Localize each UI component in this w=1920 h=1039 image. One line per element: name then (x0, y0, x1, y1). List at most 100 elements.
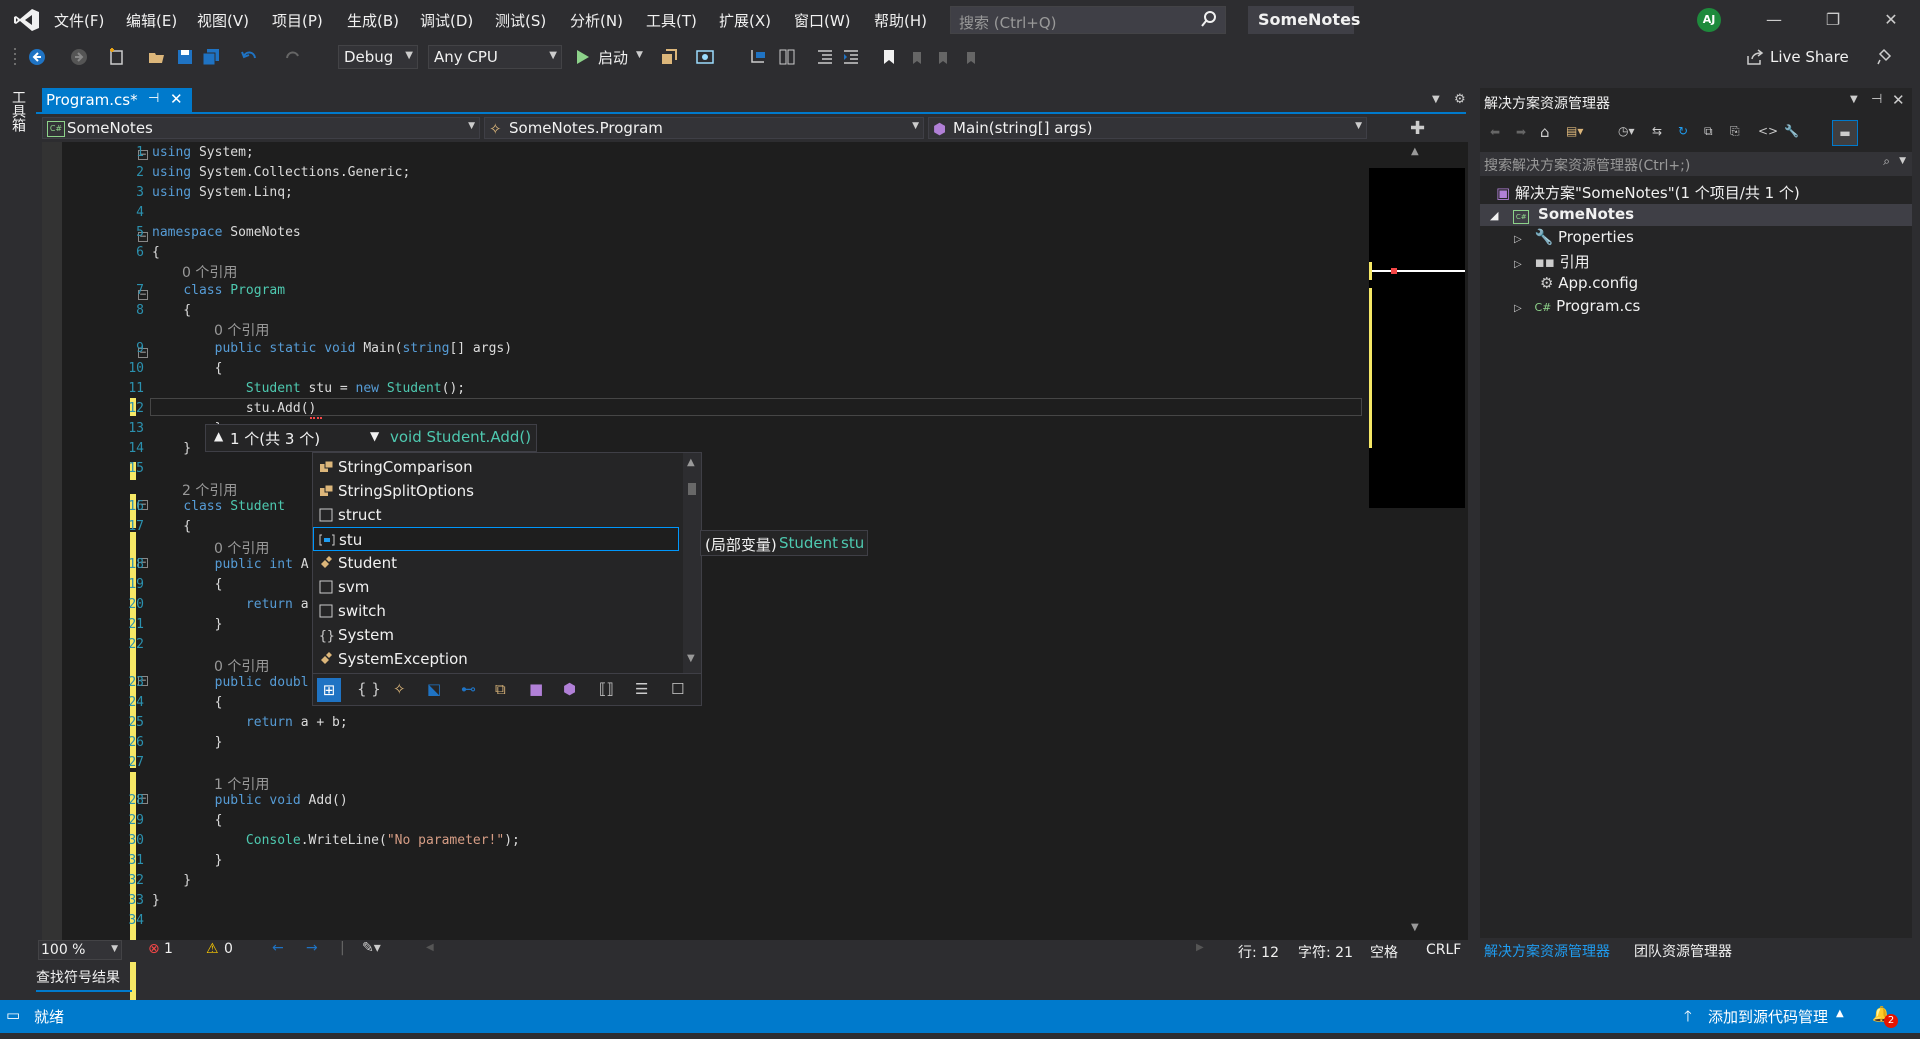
panel-options-icon[interactable]: ▼ (1850, 94, 1858, 105)
scroll-down-icon[interactable]: ▼ (1411, 922, 1419, 933)
completion-item[interactable]: StringComparison (313, 455, 679, 479)
scroll-up-icon[interactable]: ▲ (687, 457, 695, 468)
scroll-up-icon[interactable]: ▲ (1411, 146, 1419, 157)
close-tab-icon[interactable]: ✕ (170, 90, 183, 108)
interface-filter-icon[interactable]: ⊷ (461, 680, 476, 698)
step-into-icon[interactable] (750, 48, 768, 66)
zoom-dropdown[interactable]: 100 % ▼ (38, 940, 122, 960)
error-count[interactable]: 1 (164, 941, 173, 957)
restore-button[interactable]: ❐ (1821, 8, 1845, 32)
completion-item[interactable]: stu (313, 527, 679, 551)
prev-issue-icon[interactable]: ← (272, 940, 284, 956)
close-window-button[interactable]: ✕ (1879, 8, 1903, 32)
forward-icon[interactable]: ➡ (1516, 125, 1526, 139)
expanded-arrow-icon[interactable]: ◢ (1490, 209, 1498, 222)
menu-item[interactable]: 分析(N) (570, 10, 623, 31)
collapsed-arrow-icon[interactable]: ▷ (1514, 303, 1522, 314)
switch-views-icon[interactable]: ▤▾ (1566, 124, 1583, 138)
menu-item[interactable]: 测试(S) (495, 10, 546, 31)
completion-item[interactable]: Student (313, 551, 679, 575)
tree-solution-node[interactable]: ▣ 解决方案"SomeNotes"(1 个项目/共 1 个) (1496, 182, 1800, 203)
live-share-button[interactable]: Live Share (1770, 48, 1849, 66)
tree-item-references[interactable]: ▷ ▪▪ 引用 (1514, 251, 1590, 272)
toolbox-tab[interactable]: 工具箱 (10, 90, 28, 132)
scroll-down-icon[interactable]: ▼ (687, 653, 695, 664)
menu-item[interactable]: 视图(V) (197, 10, 249, 31)
class-dropdown[interactable]: ✧ SomeNotes.Program ▼ (484, 117, 924, 139)
open-file-icon[interactable] (148, 48, 166, 66)
add-to-source-control-button[interactable]: 添加到源代码管理 (1708, 1006, 1828, 1027)
completion-item[interactable]: switch (313, 599, 679, 623)
codelens-references[interactable]: 1 个引用 (214, 774, 269, 794)
tab-team-explorer[interactable]: 团队资源管理器 (1634, 941, 1732, 961)
menu-item[interactable]: 帮助(H) (874, 10, 927, 31)
tab-overflow-icon[interactable]: ▼ (1432, 94, 1440, 105)
vertical-scrollbar-map[interactable]: ▲ ▼ (1367, 142, 1468, 940)
undo-icon[interactable] (240, 48, 258, 66)
tab-program-cs[interactable]: Program.cs* ⊣ ✕ (42, 88, 192, 112)
member-dropdown[interactable]: ⬢ Main(string[] args) ▼ (928, 117, 1367, 139)
collapsed-arrow-icon[interactable]: ▷ (1514, 259, 1522, 270)
codelens-references[interactable]: 0 个引用 (214, 538, 269, 558)
codelens-references[interactable]: 0 个引用 (182, 262, 237, 282)
next-bookmark-icon[interactable] (934, 48, 952, 66)
completion-item[interactable]: struct (313, 503, 679, 527)
avatar[interactable]: AJ (1697, 8, 1721, 32)
pending-changes-icon[interactable]: ◷▾ (1618, 124, 1635, 138)
completion-item[interactable]: SystemException (313, 647, 679, 671)
minimize-button[interactable]: — (1762, 8, 1786, 32)
tree-project-node[interactable]: ◢ C# SomeNotes (1490, 205, 1634, 224)
menu-item[interactable]: 项目(P) (272, 10, 323, 31)
chevron-up-icon[interactable]: ▲ (1836, 1008, 1844, 1019)
bookmark-icon[interactable] (880, 48, 898, 66)
struct-filter-icon[interactable]: ⬕ (427, 680, 441, 698)
next-overload-icon[interactable]: ▼ (370, 429, 379, 443)
menu-item[interactable]: 编辑(E) (126, 10, 177, 31)
tree-item-program-cs[interactable]: ▷ C# Program.cs (1514, 297, 1640, 315)
menu-item[interactable]: 调试(D) (420, 10, 473, 31)
scroll-left-icon[interactable]: ◀ (426, 942, 434, 953)
warning-count[interactable]: 0 (224, 941, 233, 957)
collapsed-arrow-icon[interactable]: ▷ (1514, 234, 1522, 245)
method-filter-icon[interactable]: ⬢ (563, 680, 576, 698)
completion-item[interactable]: svm (313, 575, 679, 599)
search-box[interactable]: 搜索 (Ctrl+Q) (950, 6, 1226, 34)
scroll-thumb[interactable] (688, 483, 696, 495)
navigate-back-icon[interactable] (28, 48, 46, 66)
show-all-files-icon[interactable]: ⎘ (1730, 124, 1740, 139)
keyword-filter-icon[interactable]: ☰ (635, 680, 648, 698)
home-icon[interactable]: ⌂ (1540, 123, 1550, 141)
codelens-references[interactable]: 2 个引用 (182, 480, 237, 500)
whitespace-indicator[interactable]: 空格 (1370, 942, 1398, 962)
back-icon[interactable]: ⬅ (1490, 125, 1500, 139)
collapse-all-icon[interactable]: ⧉ (1704, 124, 1713, 139)
save-icon[interactable] (176, 48, 194, 66)
scroll-right-icon[interactable]: ▶ (1196, 942, 1204, 953)
tree-item-app-config[interactable]: ⚙ App.config (1540, 274, 1638, 292)
find-symbol-results-tab[interactable]: 查找符号结果 (36, 967, 132, 989)
view-code-icon[interactable]: <> (1758, 124, 1778, 138)
namespace-filter-icon[interactable]: { } (357, 680, 381, 698)
completion-scrollbar[interactable]: ▲ ▼ (683, 453, 701, 673)
completion-item[interactable]: StringSplitOptions (313, 479, 679, 503)
intellisense-completion-list[interactable]: StringComparison StringSplitOptions struct… (312, 452, 702, 706)
split-window-icon[interactable]: ✚ (1410, 118, 1425, 139)
codelens-references[interactable]: 0 个引用 (214, 320, 269, 340)
project-dropdown[interactable]: C# SomeNotes ▼ (42, 117, 480, 139)
expand-filter-icon[interactable]: ⊞ (317, 678, 341, 702)
close-panel-icon[interactable]: ✕ (1892, 91, 1905, 109)
sync-icon[interactable]: ⇆ (1652, 124, 1662, 138)
enum-filter-icon[interactable]: ⧉ (495, 680, 506, 698)
minimap-preview[interactable] (1369, 168, 1465, 508)
menu-item[interactable]: 工具(T) (646, 10, 697, 31)
platform-dropdown[interactable]: Any CPU ▼ (428, 45, 562, 69)
brush-icon[interactable]: ✎▾ (362, 940, 381, 956)
feedback-icon[interactable] (1876, 48, 1894, 66)
eol-indicator[interactable]: CRLF (1426, 942, 1461, 958)
navigate-forward-icon[interactable] (70, 48, 88, 66)
pin-icon[interactable]: ⊣ (1871, 92, 1882, 107)
outdent-icon[interactable] (816, 48, 834, 66)
snippet-filter-icon[interactable]: ☐ (671, 680, 684, 698)
codelens-references[interactable]: 0 个引用 (214, 656, 269, 676)
prev-bookmark-icon[interactable] (908, 48, 926, 66)
